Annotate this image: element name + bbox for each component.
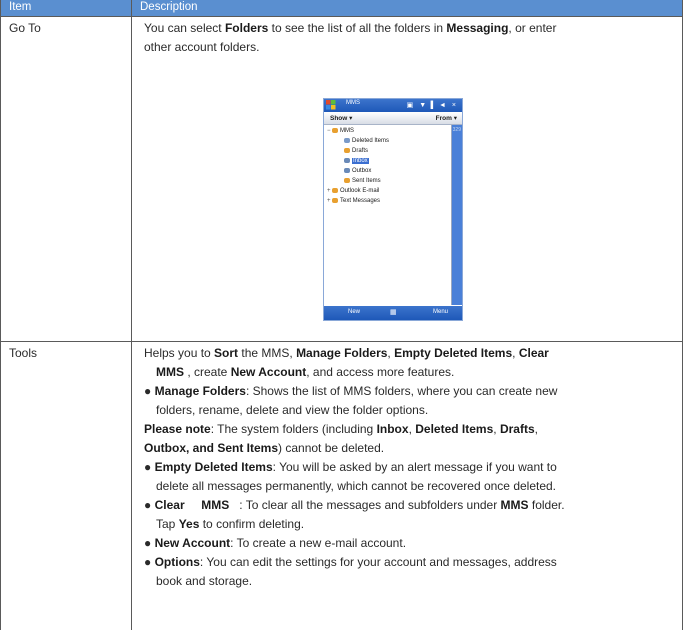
bullet-options: ● Options: You can edit the settings for… bbox=[144, 555, 557, 569]
tree-item-inbox[interactable]: Inbox bbox=[344, 158, 369, 165]
windows-logo-icon bbox=[326, 100, 336, 110]
bullet-manage-folders: ● Manage Folders: Shows the list of MMS … bbox=[144, 384, 558, 398]
row-tools-description: Helps you to Sort the MMS, Manage Folder… bbox=[144, 344, 678, 591]
phone-menu-bar: Show ▾ From ▾ bbox=[324, 112, 462, 125]
bullet-empty-deleted: ● Empty Deleted Items: You will be asked… bbox=[144, 460, 557, 474]
folder-icon bbox=[344, 178, 350, 183]
table-border-left bbox=[0, 0, 1, 630]
phone-title-bar: MMS ▣ ▼▐ ◄ × bbox=[324, 99, 462, 112]
row-tools-item: Tools bbox=[9, 346, 38, 360]
status-icons: ▣ ▼▐ ◄ × bbox=[406, 102, 458, 109]
column-divider bbox=[131, 0, 132, 630]
row-divider bbox=[0, 341, 683, 342]
softkey-menu[interactable]: Menu bbox=[433, 309, 448, 315]
folder-icon bbox=[332, 128, 338, 133]
folder-icon bbox=[332, 188, 338, 193]
tree-item-outlook[interactable]: + Outlook E-mail bbox=[327, 188, 379, 194]
tree-item-text-messages[interactable]: + Text Messages bbox=[327, 198, 380, 204]
header-description: Description bbox=[140, 1, 198, 13]
inbox-icon bbox=[344, 158, 350, 163]
note-line2: Outbox, and Sent Items) cannot be delete… bbox=[144, 441, 385, 455]
from-menu[interactable]: From ▾ bbox=[436, 114, 457, 122]
show-menu[interactable]: Show ▾ bbox=[330, 114, 352, 122]
row-goto-item: Go To bbox=[9, 21, 41, 35]
trash-folder-icon bbox=[344, 138, 350, 143]
messaging-screenshot: MMS ▣ ▼▐ ◄ × Show ▾ From ▾ − MMS Deleted … bbox=[323, 98, 463, 321]
folder-icon bbox=[332, 198, 338, 203]
folder-tree: − MMS Deleted Items Drafts Inbox Outbox S… bbox=[324, 125, 452, 305]
phone-title: MMS bbox=[346, 100, 360, 106]
tree-item-drafts[interactable]: Drafts bbox=[344, 148, 368, 154]
note-line1: Please note: The system folders (includi… bbox=[144, 422, 538, 436]
tree-item-sent[interactable]: Sent Items bbox=[344, 178, 381, 184]
header-item: Item bbox=[9, 1, 32, 13]
folder-icon bbox=[344, 148, 350, 153]
keyboard-icon[interactable]: ▦ bbox=[390, 308, 397, 316]
tree-item-mms[interactable]: − MMS bbox=[327, 128, 354, 134]
table-header bbox=[0, 0, 683, 16]
softkey-new[interactable]: New bbox=[348, 309, 360, 315]
softkey-bar: New ▦ Menu bbox=[324, 306, 462, 320]
tree-item-outbox[interactable]: Outbox bbox=[344, 168, 371, 174]
bullet-clear-mms: ● Clear MMS : To clear all the messages … bbox=[144, 498, 565, 512]
bullet-icon: ● bbox=[144, 460, 152, 474]
message-size-label: 329 bbox=[452, 127, 461, 133]
outbox-icon bbox=[344, 168, 350, 173]
bullet-icon: ● bbox=[144, 498, 152, 512]
bullet-new-account: ● New Account: To create a new e-mail ac… bbox=[144, 536, 407, 550]
tree-item-deleted[interactable]: Deleted Items bbox=[344, 138, 389, 144]
message-list-pane[interactable] bbox=[452, 125, 462, 305]
bullet-icon: ● bbox=[144, 536, 152, 550]
header-rule bbox=[0, 16, 683, 17]
bullet-icon: ● bbox=[144, 384, 152, 398]
row-goto-description: You can select Folders to see the list o… bbox=[144, 21, 557, 54]
bullet-icon: ● bbox=[144, 555, 152, 569]
tools-intro-line1: Helps you to Sort the MMS, Manage Folder… bbox=[144, 346, 549, 360]
tools-intro-line2: MMS , create New Account, and access mor… bbox=[156, 365, 455, 379]
